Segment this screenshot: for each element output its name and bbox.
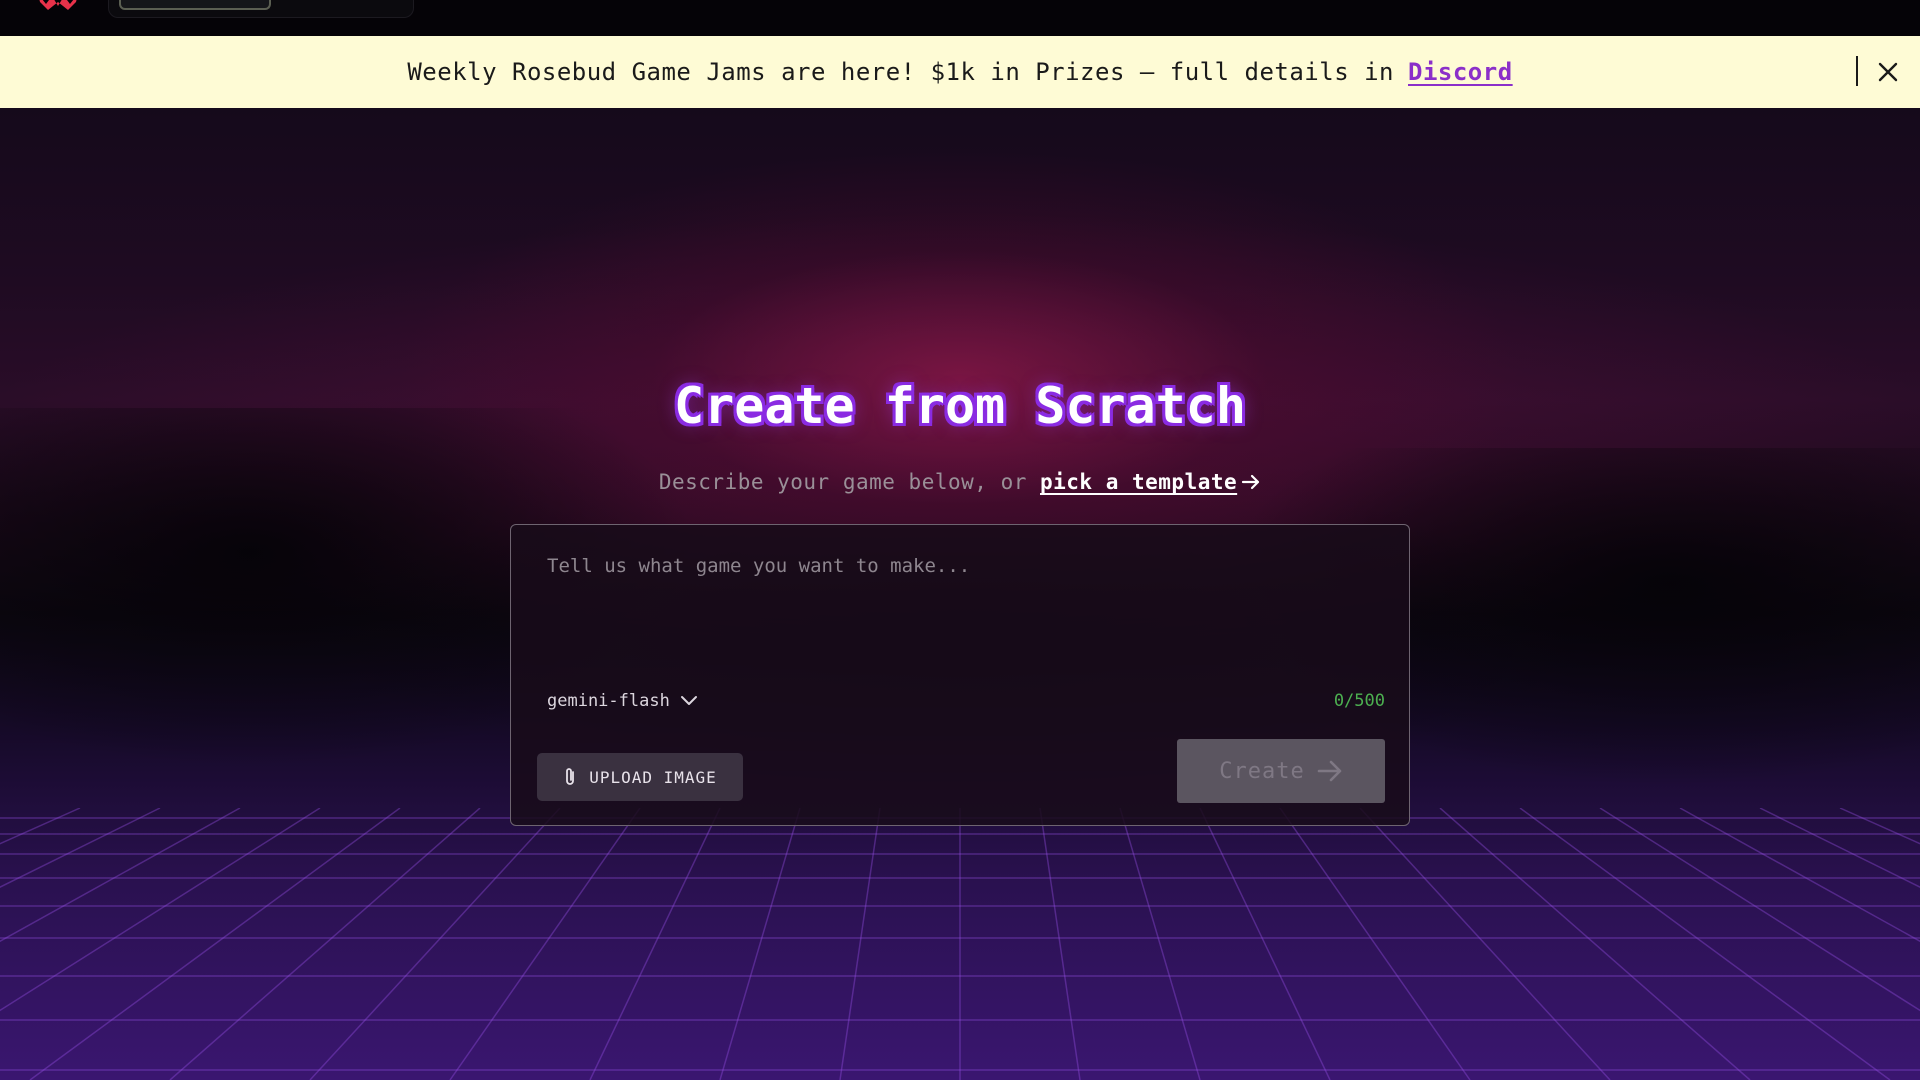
game-prompt-input[interactable]: [545, 553, 1375, 653]
upload-image-label: UPLOAD IMAGE: [589, 767, 717, 787]
page-title: Create from Scratch: [674, 377, 1246, 435]
arrow-right-icon[interactable]: [1241, 474, 1261, 490]
character-counter: 0/500: [1333, 691, 1385, 711]
discord-link[interactable]: Discord: [1408, 58, 1513, 86]
chevron-down-icon: [680, 696, 697, 705]
paperclip-icon: [566, 768, 575, 785]
model-selector[interactable]: gemini-flash: [547, 691, 698, 711]
create-button-label: Create: [1219, 758, 1305, 784]
banner-divider: [1856, 56, 1858, 86]
top-tab-group: [108, 0, 414, 18]
close-icon[interactable]: [1874, 58, 1902, 86]
announcement-banner: Weekly Rosebud Game Jams are here! $1k i…: [0, 36, 1920, 108]
rosebud-logo[interactable]: [36, 0, 80, 10]
create-button[interactable]: Create: [1177, 739, 1385, 803]
subtitle-text: Describe your game below, or: [658, 470, 1040, 494]
synthwave-grid: [0, 808, 1920, 1080]
top-tab-active[interactable]: [119, 0, 271, 10]
model-selector-label: gemini-flash: [547, 691, 670, 711]
pick-template-link[interactable]: pick a template: [1040, 470, 1237, 494]
prompt-card: gemini-flash 0/500 UPLOAD IMAGE Create: [510, 524, 1410, 826]
top-bar: [0, 0, 1920, 36]
banner-text: Weekly Rosebud Game Jams are here! $1k i…: [407, 58, 1394, 86]
arrow-right-icon: [1317, 760, 1342, 782]
upload-image-button[interactable]: UPLOAD IMAGE: [537, 753, 743, 801]
page-subtitle: Describe your game below, or pick a temp…: [0, 470, 1920, 494]
